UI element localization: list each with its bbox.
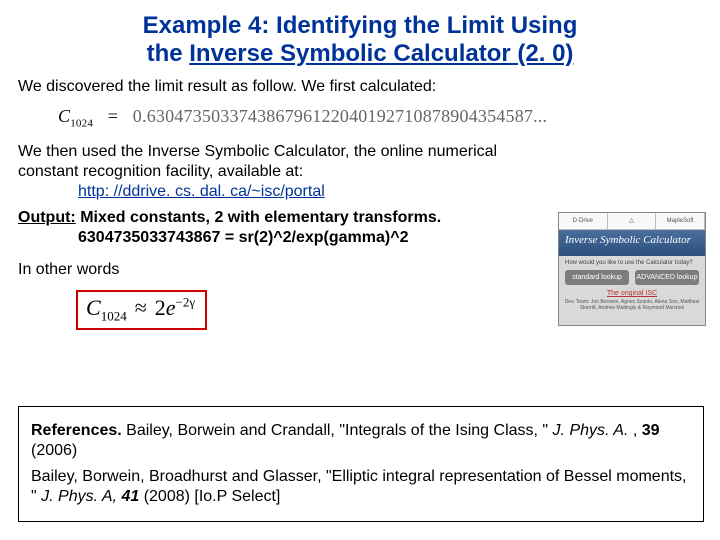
isc-link[interactable]: http: //ddrive. cs. dal. ca/~isc/portal <box>78 182 325 202</box>
title-line-2-underline: Inverse Symbolic Calculator (2. 0) <box>189 40 573 67</box>
ref1-body-a: Bailey, Borwein and Crandall, "Integrals… <box>122 422 553 439</box>
slide-title: Example 4: Identifying the Limit Using t… <box>38 12 682 67</box>
references-label: References. <box>31 422 122 439</box>
ref2-body-c: (2008) [Io.P Select] <box>139 488 280 505</box>
references-box: References. Bailey, Borwein and Crandall… <box>18 406 704 522</box>
isc-logo-1: D·Drive <box>559 213 608 229</box>
reference-1: References. Bailey, Borwein and Crandall… <box>31 421 691 461</box>
title-line-1: Example 4: Identifying the Limit Using <box>143 12 578 39</box>
isc-banner: Inverse Symbolic Calculator <box>559 230 705 256</box>
ref2-volume: 41 <box>117 488 139 505</box>
formula-c1024-closed: C1024 ≈2e−2γ <box>86 294 195 325</box>
ref1-body-c: (2006) <box>31 442 77 459</box>
ref2-journal: J. Phys. A, <box>41 488 117 505</box>
output-line-2: 6304735033743867 = sr(2)^2/exp(gamma)^2 <box>78 228 558 248</box>
formula2-two: 2 <box>155 295 166 320</box>
isc-credit: Dev. Team: Jon Borwein, Agnes Szanto, Al… <box>559 299 705 311</box>
isc-question: How would you like to use the Calculator… <box>559 256 705 268</box>
formula2-e: e <box>166 295 176 320</box>
formula2-lhs-sub: 1024 <box>101 308 127 323</box>
isc-description: We then used the Inverse Symbolic Calcul… <box>18 142 558 202</box>
reference-2: Bailey, Borwein, Broadhurst and Glasser,… <box>31 467 691 507</box>
intro-text: We discovered the limit result as follow… <box>18 77 702 97</box>
title-line-2a: the <box>147 40 190 67</box>
isc-advanced-lookup-button[interactable]: ADVANCED lookup <box>635 270 699 285</box>
isc-logo-2: △ <box>608 213 657 229</box>
slide: Example 4: Identifying the Limit Using t… <box>0 0 720 540</box>
isc-original-link[interactable]: The original ISC <box>559 290 705 297</box>
formula1-lhs-sym: C <box>58 106 70 126</box>
isc-buttons: standard lookup ADVANCED lookup <box>559 268 705 287</box>
formula-c1024-numeric: C1024 = 0.630473503374386796122040192710… <box>58 105 702 131</box>
output-line-1: Mixed constants, 2 with elementary trans… <box>76 209 441 226</box>
formula2-exponent: −2γ <box>176 294 196 309</box>
output-label: Output: <box>18 209 76 226</box>
output-block: Output: Mixed constants, 2 with elementa… <box>18 208 558 248</box>
isc-standard-lookup-button[interactable]: standard lookup <box>565 270 629 285</box>
isc-logos-row: D·Drive △ MapleSoft <box>559 213 705 230</box>
isc-screenshot: D·Drive △ MapleSoft Inverse Symbolic Cal… <box>558 212 706 326</box>
formula-c1024-closed-box: C1024 ≈2e−2γ <box>76 290 207 331</box>
ref1-body-b: , <box>628 422 641 439</box>
formula1-rhs: 0.63047350337438679612204019271087890435… <box>133 106 547 126</box>
formula1-lhs-sub: 1024 <box>70 118 93 130</box>
ref1-volume: 39 <box>642 422 660 439</box>
formula1-equals: = <box>108 106 118 126</box>
ref1-journal: J. Phys. A. <box>553 422 629 439</box>
formula2-lhs-sym: C <box>86 295 101 320</box>
isc-logo-3: MapleSoft <box>656 213 705 229</box>
formula2-approx: ≈ <box>135 295 147 320</box>
isc-desc-text: We then used the Inverse Symbolic Calcul… <box>18 143 497 180</box>
